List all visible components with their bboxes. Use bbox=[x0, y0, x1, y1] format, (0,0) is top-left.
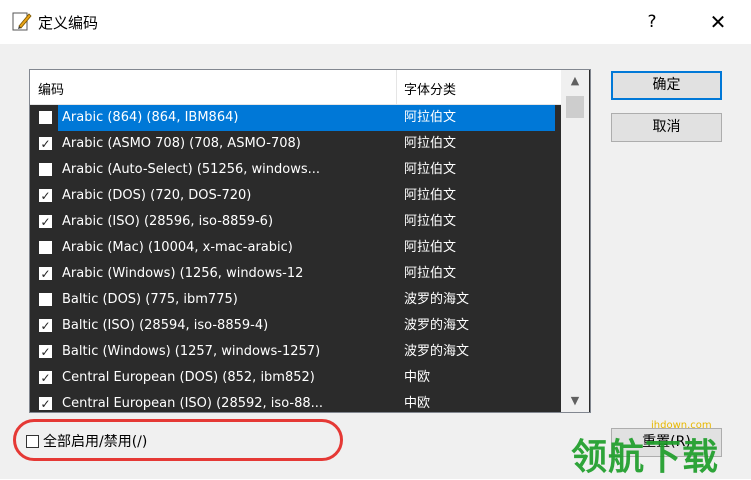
watermark-logo: 领航下载 bbox=[571, 437, 720, 478]
category-label: 波罗的海文 bbox=[404, 344, 470, 359]
category-label: 阿拉伯文 bbox=[404, 162, 457, 177]
column-divider[interactable] bbox=[396, 70, 397, 104]
encoding-label: Central European (DOS) (852, ibm852) bbox=[62, 370, 315, 385]
category-label: 阿拉伯文 bbox=[404, 266, 457, 281]
list-rows: Arabic (864) (864, IBM864) 阿拉伯文 ✓ Arabic (A… bbox=[30, 105, 561, 412]
list-item[interactable]: ✓ Arabic (Windows) (1256, windows-12 阿拉伯文 bbox=[30, 261, 561, 287]
list-item[interactable]: ✓ Central European (DOS) (852, ibm852) 中欧 bbox=[30, 365, 561, 391]
encoding-list[interactable]: 编码 字体分类 Arabic (864) (864, IBM864) 阿拉伯文 ✓ A… bbox=[29, 69, 591, 413]
column-header-encoding[interactable]: 编码 bbox=[38, 79, 64, 98]
chevron-down-icon[interactable]: ▼ bbox=[561, 390, 589, 412]
encoding-label: Baltic (ISO) (28594, iso-8859-4) bbox=[62, 318, 269, 333]
encoding-label: Baltic (DOS) (775, ibm775) bbox=[62, 292, 238, 307]
chevron-up-icon[interactable]: ▲ bbox=[561, 70, 589, 92]
category-label: 阿拉伯文 bbox=[404, 214, 457, 229]
title-bar: 定义编码 ? ✕ bbox=[0, 0, 751, 44]
checkbox-unchecked-icon[interactable] bbox=[39, 163, 52, 176]
category-label: 阿拉伯文 bbox=[404, 136, 457, 151]
category-label: 阿拉伯文 bbox=[404, 110, 457, 125]
encoding-label: Central European (ISO) (28592, iso-88... bbox=[62, 396, 324, 411]
dialog-title: 定义编码 bbox=[38, 14, 99, 32]
help-button[interactable]: ? bbox=[640, 8, 664, 36]
category-label: 波罗的海文 bbox=[404, 292, 470, 307]
list-item[interactable]: Arabic (864) (864, IBM864) 阿拉伯文 bbox=[30, 105, 561, 131]
checkbox-checked-icon[interactable]: ✓ bbox=[39, 215, 52, 228]
encoding-label: Arabic (ISO) (28596, iso-8859-6) bbox=[62, 214, 274, 229]
list-item[interactable]: ✓ Baltic (Windows) (1257, windows-1257) 波罗… bbox=[30, 339, 561, 365]
checkbox-checked-icon[interactable]: ✓ bbox=[39, 397, 52, 410]
checkbox-checked-icon[interactable]: ✓ bbox=[39, 189, 52, 202]
checkbox-checked-icon[interactable]: ✓ bbox=[39, 137, 52, 150]
checkbox-checked-icon[interactable]: ✓ bbox=[39, 345, 52, 358]
list-item[interactable]: ✓ Arabic (DOS) (720, DOS-720) 阿拉伯文 bbox=[30, 183, 561, 209]
list-item[interactable]: Arabic (Auto-Select) (51256, windows... 阿… bbox=[30, 157, 561, 183]
checkbox-checked-icon[interactable]: ✓ bbox=[39, 319, 52, 332]
encoding-label: Arabic (864) (864, IBM864) bbox=[58, 105, 555, 131]
list-item[interactable]: ✓ Arabic (ISO) (28596, iso-8859-6) 阿拉伯文 bbox=[30, 209, 561, 235]
cancel-button[interactable]: 取消 bbox=[611, 113, 722, 142]
checkbox-checked-icon[interactable]: ✓ bbox=[39, 267, 52, 280]
define-encoding-dialog: 定义编码 ? ✕ 编码 字体分类 Arabic (864) (864, IBM8… bbox=[0, 0, 751, 479]
encoding-label: Baltic (Windows) (1257, windows-1257) bbox=[62, 344, 321, 359]
encoding-label: Arabic (DOS) (720, DOS-720) bbox=[62, 188, 252, 203]
edit-document-icon bbox=[12, 12, 32, 31]
category-label: 阿拉伯文 bbox=[404, 240, 457, 255]
category-label: 阿拉伯文 bbox=[404, 188, 457, 203]
category-label: 波罗的海文 bbox=[404, 318, 470, 333]
encoding-label: Arabic (Mac) (10004, x-mac-arabic) bbox=[62, 240, 293, 255]
list-header: 编码 字体分类 bbox=[30, 70, 561, 105]
vertical-scrollbar[interactable]: ▲ ▼ bbox=[561, 70, 589, 412]
checkbox-unchecked-icon[interactable] bbox=[39, 241, 52, 254]
encoding-label: Arabic (Windows) (1256, windows-12 bbox=[62, 266, 304, 281]
encoding-label: Arabic (Auto-Select) (51256, windows... bbox=[62, 162, 321, 177]
list-item[interactable]: ✓ Central European (ISO) (28592, iso-88..… bbox=[30, 391, 561, 412]
column-header-category[interactable]: 字体分类 bbox=[404, 79, 456, 98]
checkbox-unchecked-icon[interactable] bbox=[39, 111, 52, 124]
list-item[interactable]: Arabic (Mac) (10004, x-mac-arabic) 阿拉伯文 bbox=[30, 235, 561, 261]
scrollbar-thumb[interactable] bbox=[566, 96, 584, 118]
ok-button[interactable]: 确定 bbox=[611, 71, 722, 100]
annotation-highlight-ring bbox=[13, 419, 343, 461]
checkbox-checked-icon[interactable]: ✓ bbox=[39, 371, 52, 384]
close-button[interactable]: ✕ bbox=[700, 8, 736, 36]
encoding-label: Arabic (ASMO 708) (708, ASMO-708) bbox=[62, 136, 301, 151]
list-item[interactable]: ✓ Baltic (ISO) (28594, iso-8859-4) 波罗的海文 bbox=[30, 313, 561, 339]
category-label: 中欧 bbox=[404, 370, 431, 385]
list-item[interactable]: Baltic (DOS) (775, ibm775) 波罗的海文 bbox=[30, 287, 561, 313]
list-item[interactable]: ✓ Arabic (ASMO 708) (708, ASMO-708) 阿拉伯文 bbox=[30, 131, 561, 157]
category-label: 中欧 bbox=[404, 396, 431, 411]
checkbox-unchecked-icon[interactable] bbox=[39, 293, 52, 306]
